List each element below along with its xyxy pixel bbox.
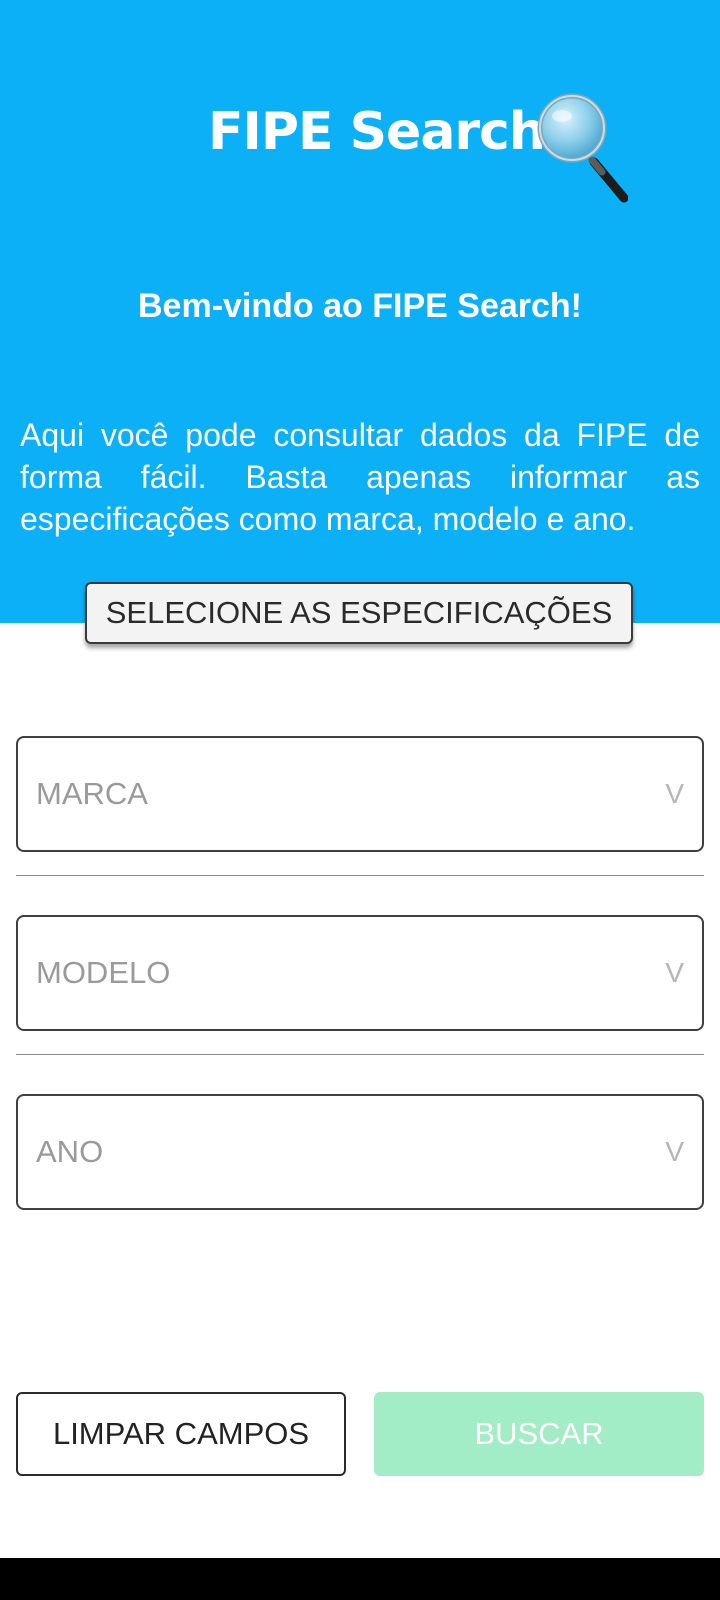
welcome-heading: Bem-vindo ao FIPE Search! <box>138 287 582 325</box>
select-specifications-button[interactable]: SELECIONE AS ESPECIFICAÇÕES <box>85 582 633 644</box>
model-select-placeholder: MODELO <box>36 955 171 990</box>
app-title-row: FIPE Search <box>0 90 720 210</box>
divider <box>16 1054 704 1055</box>
brand-select[interactable]: MARCA V <box>16 736 704 852</box>
year-select[interactable]: ANO V <box>16 1094 704 1210</box>
app-title: FIPE Search <box>208 102 546 162</box>
system-navigation-bar <box>0 1558 720 1600</box>
chevron-down-icon: V <box>665 778 684 809</box>
search-button[interactable]: BUSCAR <box>374 1392 704 1476</box>
model-select[interactable]: MODELO V <box>16 915 704 1031</box>
clear-fields-button[interactable]: LIMPAR CAMPOS <box>16 1392 346 1476</box>
magnifying-glass-icon <box>537 93 628 203</box>
brand-select-placeholder: MARCA <box>36 776 148 811</box>
year-select-placeholder: ANO <box>36 1134 104 1169</box>
header-banner: FIPE Search Bem-vindo ao FIPE Search! Aq… <box>0 0 720 623</box>
chevron-down-icon: V <box>665 957 684 988</box>
chevron-down-icon: V <box>665 1136 684 1167</box>
intro-text: Aqui você pode consultar dados da FIPE d… <box>20 417 700 537</box>
divider <box>16 875 704 876</box>
